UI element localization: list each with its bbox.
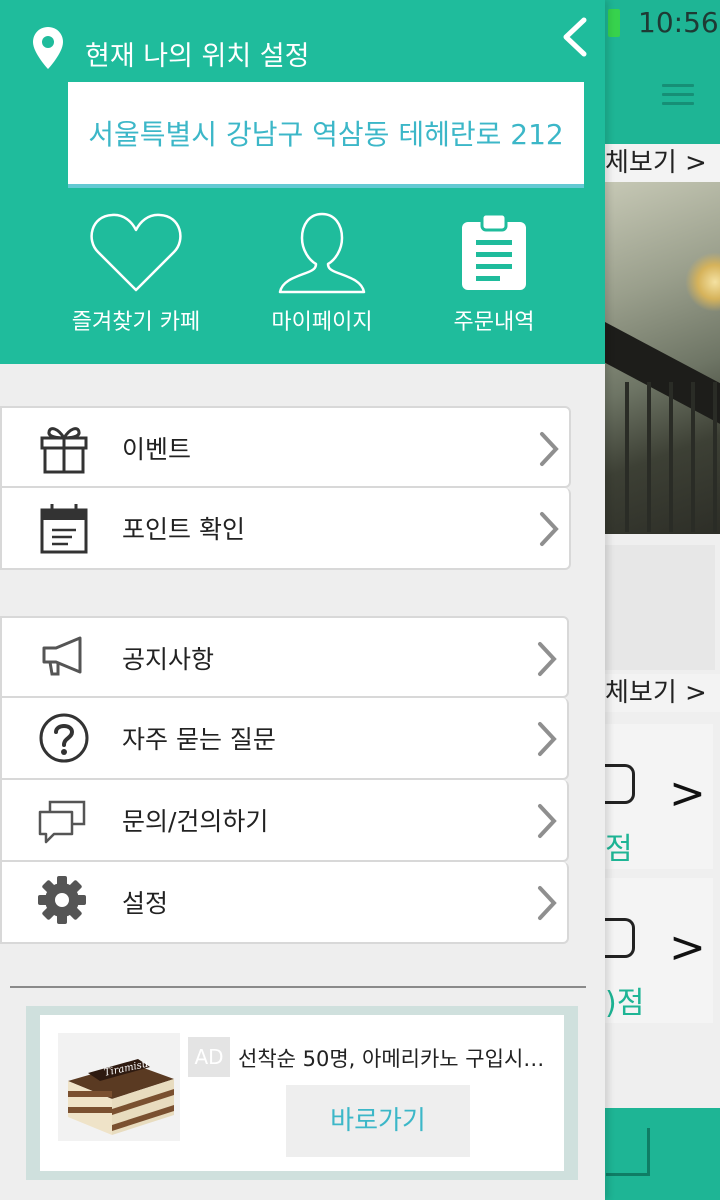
clipboard-icon [462, 212, 526, 290]
list-item[interactable]: > )점 [605, 878, 713, 1023]
background-card [605, 545, 715, 670]
ad-banner[interactable]: Tiramisu AD 선착순 50명, 아메리카노 구입시 … 바로가기 [26, 1006, 578, 1180]
tiramisu-image: Tiramisu [58, 1033, 180, 1141]
see-all-link[interactable]: 체보기 > [605, 674, 720, 712]
mypage-button[interactable]: 마이페이지 [242, 210, 402, 340]
chevron-right-icon [538, 804, 557, 838]
menu-group-secondary: 공지사항 자주 묻는 질문 문의/건의하기 설정 [0, 616, 572, 944]
gift-icon [40, 427, 88, 474]
favorite-cafe-label: 즐겨찾기 카페 [71, 310, 201, 335]
chevron-right-icon [540, 512, 559, 546]
see-all-link[interactable]: 체보기 > [605, 144, 720, 182]
battery-icon [608, 9, 620, 37]
status-time: 10:56 [638, 6, 719, 39]
chat-icon [38, 800, 86, 844]
thumbs-up-icon [605, 764, 635, 804]
mypage-label: 마이페이지 [271, 310, 373, 335]
menu-label-faq: 자주 묻는 질문 [122, 725, 276, 754]
drawer-divider [10, 986, 586, 988]
menu-label-points: 포인트 확인 [122, 515, 245, 544]
thumbs-up-icon [605, 918, 635, 958]
megaphone-icon [42, 636, 82, 676]
navigation-drawer: 현재 나의 위치 설정 서울특별시 강남구 역삼동 테헤란로 212 즐겨찾기 … [0, 0, 605, 1200]
menu-label-inquiry: 문의/건의하기 [122, 807, 269, 836]
address-text: 서울특별시 강남구 역삼동 테헤란로 212 [88, 118, 564, 151]
menu-item-inquiry[interactable]: 문의/건의하기 [0, 780, 569, 862]
menu-group-primary: 이벤트 포인트 확인 [0, 406, 572, 570]
question-icon [39, 713, 89, 763]
chevron-right-icon [538, 642, 557, 676]
heart-icon [90, 213, 182, 292]
gear-icon [38, 876, 86, 924]
menu-item-notice[interactable]: 공지사항 [0, 616, 569, 698]
menu-item-faq[interactable]: 자주 묻는 질문 [0, 698, 569, 780]
favorite-cafe-button[interactable]: 즐겨찾기 카페 [56, 210, 216, 340]
order-history-button[interactable]: 주문내역 [414, 210, 574, 340]
calendar-icon [40, 504, 88, 554]
banner-image[interactable] [605, 182, 720, 534]
location-title: 현재 나의 위치 설정 [85, 41, 310, 72]
menu-item-event[interactable]: 이벤트 [0, 406, 571, 488]
chevron-right-icon: > [669, 922, 706, 973]
ad-go-button[interactable]: 바로가기 [286, 1085, 470, 1157]
menu-item-settings[interactable]: 설정 [0, 862, 569, 944]
chevron-right-icon [538, 886, 557, 920]
back-chevron-icon[interactable] [558, 16, 594, 58]
user-icon [278, 212, 366, 294]
menu-label-settings: 설정 [122, 889, 169, 918]
ad-banner-inner: Tiramisu AD 선착순 50명, 아메리카노 구입시 … 바로가기 [40, 1015, 564, 1171]
chevron-right-icon [538, 722, 557, 756]
hamburger-menu-icon[interactable] [662, 84, 694, 108]
drawer-header: 현재 나의 위치 설정 서울특별시 강남구 역삼동 테헤란로 212 즐겨찾기 … [0, 0, 605, 364]
edit-icon[interactable] [606, 1128, 650, 1176]
ad-badge: AD [188, 1037, 230, 1077]
address-field[interactable]: 서울특별시 강남구 역삼동 테헤란로 212 [68, 82, 584, 188]
chevron-right-icon: > [669, 768, 706, 819]
menu-item-points[interactable]: 포인트 확인 [0, 488, 571, 570]
location-pin-icon [33, 27, 63, 69]
item-score: 점 [605, 832, 633, 867]
menu-label-notice: 공지사항 [122, 645, 215, 674]
ad-text: 선착순 50명, 아메리카노 구입시 … [238, 1047, 550, 1071]
chevron-right-icon [540, 432, 559, 466]
list-item[interactable]: > 점 [605, 724, 713, 869]
item-score: )점 [605, 986, 645, 1021]
menu-label-event: 이벤트 [122, 435, 192, 464]
order-history-label: 주문내역 [453, 310, 535, 335]
